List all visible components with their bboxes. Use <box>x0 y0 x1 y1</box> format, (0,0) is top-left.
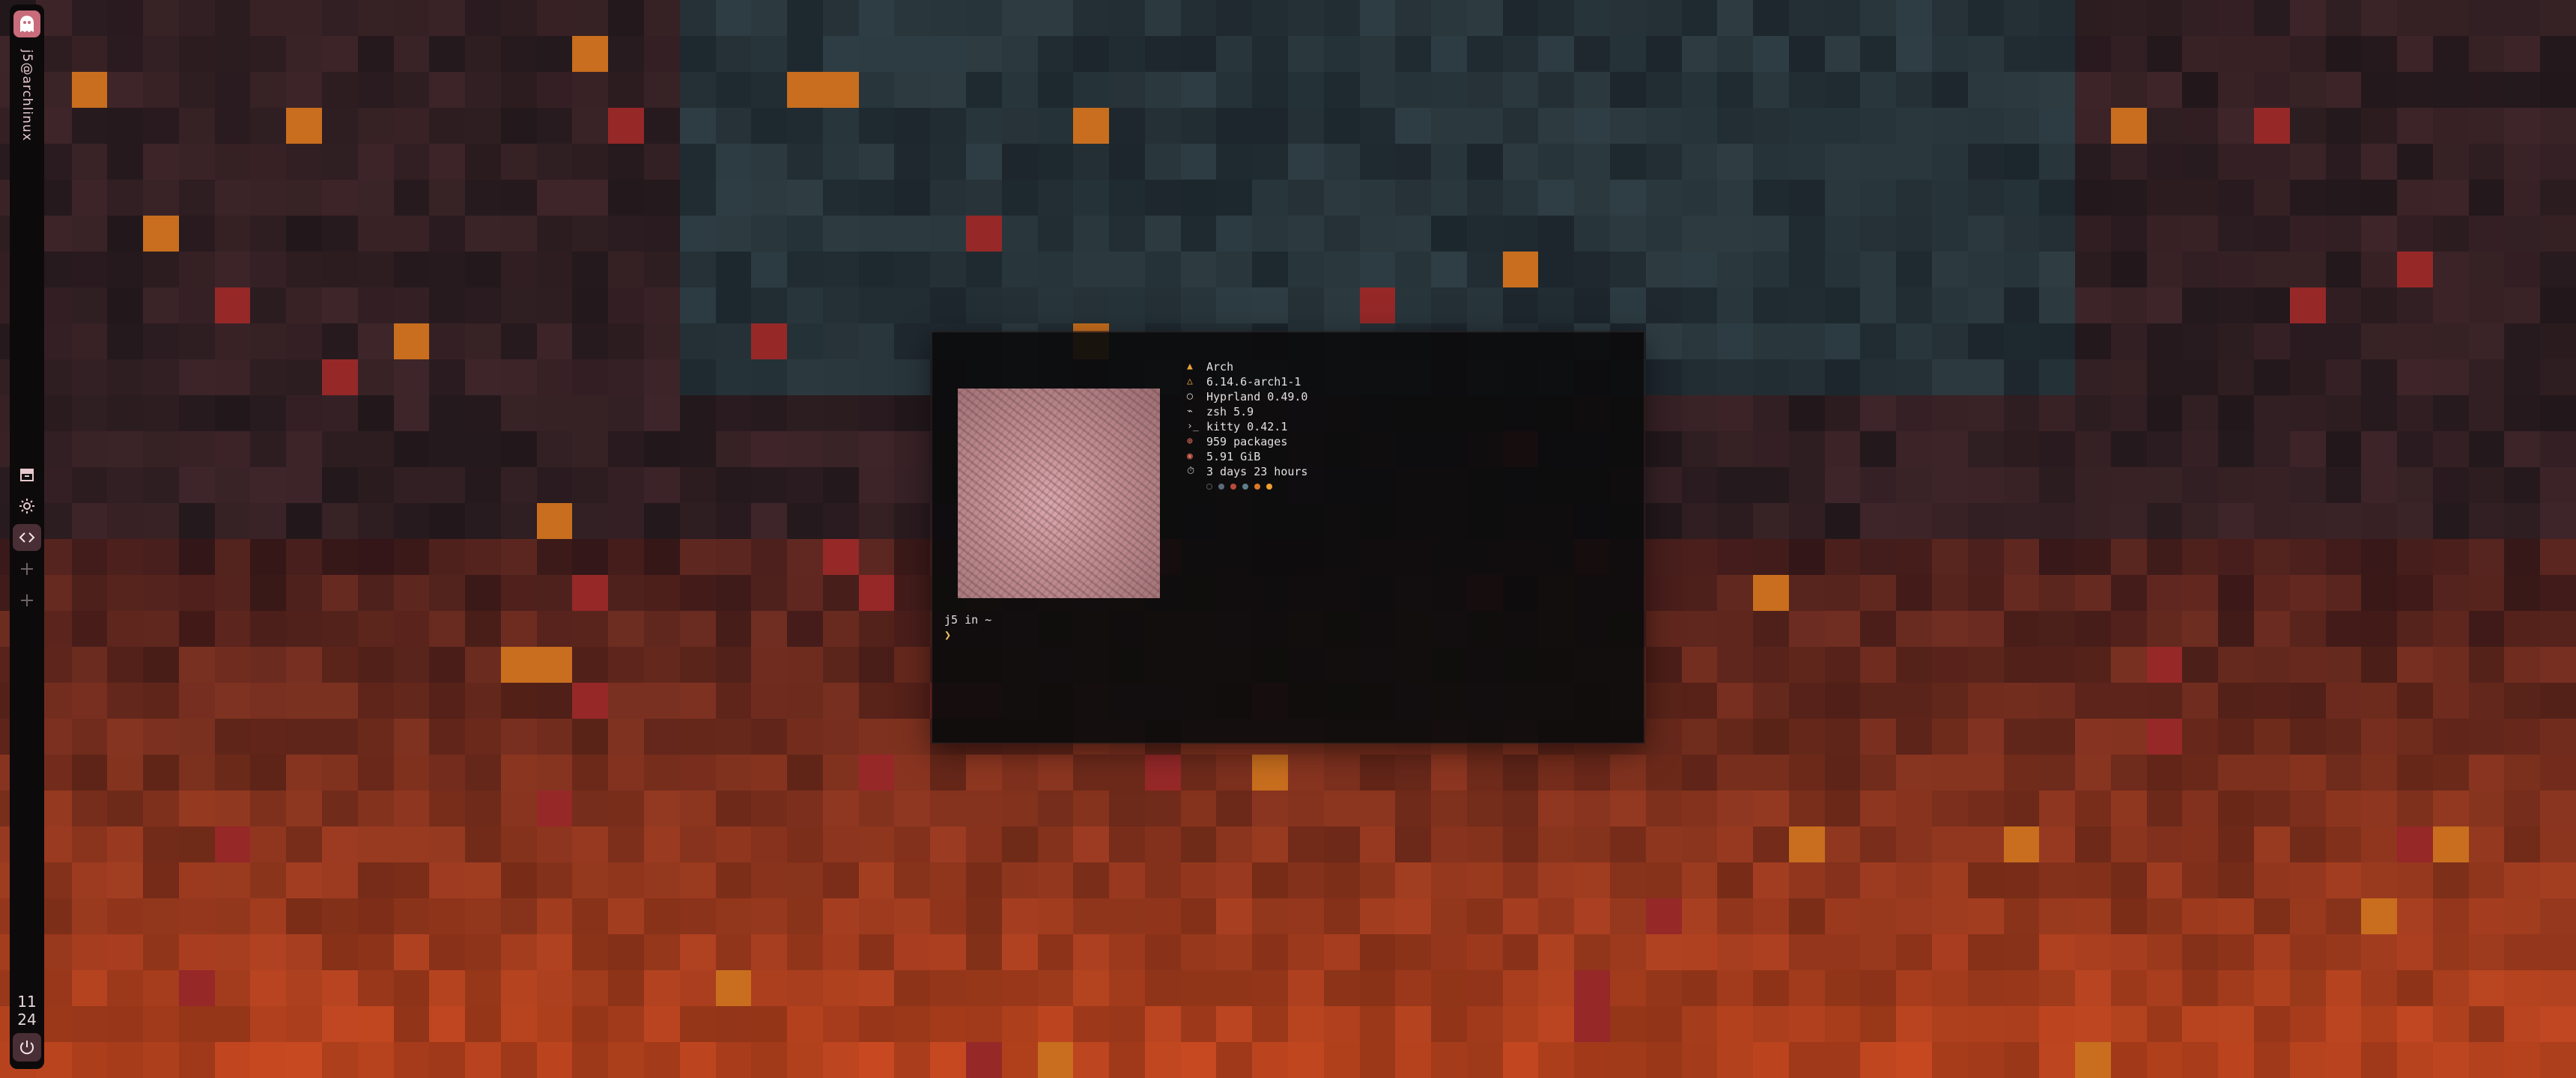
wm-icon: ◯ <box>1187 391 1193 402</box>
fetch-terminal: kitty 0.42.1 <box>1206 420 1288 433</box>
plus-icon[interactable] <box>13 555 41 582</box>
fetch-uptime: 3 days 23 hours <box>1206 465 1308 478</box>
palette-dot <box>1242 484 1248 490</box>
fetch-memory: 5.91 GiB <box>1206 450 1261 463</box>
fetch-row: ◉ 5.91 GiB <box>1187 449 1307 464</box>
fetch-os: Arch <box>1206 360 1234 374</box>
clock-hour: 11 <box>17 993 37 1011</box>
fetch-row: △ 6.14.6-arch1-1 <box>1187 374 1307 389</box>
fetch-kernel: 6.14.6-arch1-1 <box>1206 375 1301 389</box>
workspace-list <box>10 461 44 618</box>
color-palette <box>1206 479 1307 494</box>
package-icon: ⊕ <box>1187 436 1193 447</box>
terminal-icon: ›_ <box>1187 421 1199 432</box>
fetch-logo-image <box>958 389 1160 598</box>
fetch-row: ⌁ zsh 5.9 <box>1187 404 1307 419</box>
clock: 11 24 <box>17 993 36 1029</box>
terminal-window[interactable]: ▲ Arch △ 6.14.6-arch1-1 ◯ Hyprland 0.49.… <box>932 332 1644 743</box>
sun-icon[interactable] <box>13 493 41 520</box>
code-icon[interactable] <box>13 524 41 551</box>
plus-icon[interactable] <box>13 587 41 614</box>
palette-dot <box>1254 484 1260 490</box>
uptime-icon: ⏱ <box>1187 466 1195 477</box>
palette-dot <box>1266 484 1272 490</box>
fetch-row: ▲ Arch <box>1187 359 1307 374</box>
sidebar-bottom: 11 24 <box>10 993 44 1062</box>
palette-dot <box>1218 484 1224 490</box>
kernel-icon: △ <box>1187 376 1193 387</box>
shell-icon: ⌁ <box>1187 406 1193 417</box>
archive-icon[interactable] <box>13 461 41 488</box>
fetch-packages: 959 packages <box>1206 435 1288 448</box>
fetch-row: ⊕ 959 packages <box>1187 434 1307 449</box>
ghost-icon[interactable] <box>13 10 40 37</box>
memory-icon: ◉ <box>1187 451 1193 462</box>
prompt-symbol: ❯ <box>944 628 952 642</box>
power-button[interactable] <box>13 1033 41 1062</box>
clock-minute: 24 <box>17 1011 37 1029</box>
fetch-row: ›_ kitty 0.42.1 <box>1187 419 1307 434</box>
user-host-label: j5@archlinux <box>19 49 34 141</box>
prompt-line: j5 in ~ <box>944 613 992 627</box>
shell-prompt[interactable]: j5 in ~ ❯ <box>944 612 991 642</box>
fetch-row: ◯ Hyprland 0.49.0 <box>1187 389 1307 404</box>
fetch-shell: zsh 5.9 <box>1206 405 1254 418</box>
arch-icon: ▲ <box>1187 361 1193 372</box>
fetch-row: ⏱ 3 days 23 hours <box>1187 464 1307 479</box>
palette-dot <box>1206 484 1212 490</box>
palette-dot <box>1230 484 1236 490</box>
fetch-wm: Hyprland 0.49.0 <box>1206 390 1308 404</box>
fetch-info: ▲ Arch △ 6.14.6-arch1-1 ◯ Hyprland 0.49.… <box>1187 359 1307 494</box>
sidebar-bar: j5@archlinux 11 24 <box>10 4 44 1069</box>
power-icon <box>20 1041 34 1055</box>
